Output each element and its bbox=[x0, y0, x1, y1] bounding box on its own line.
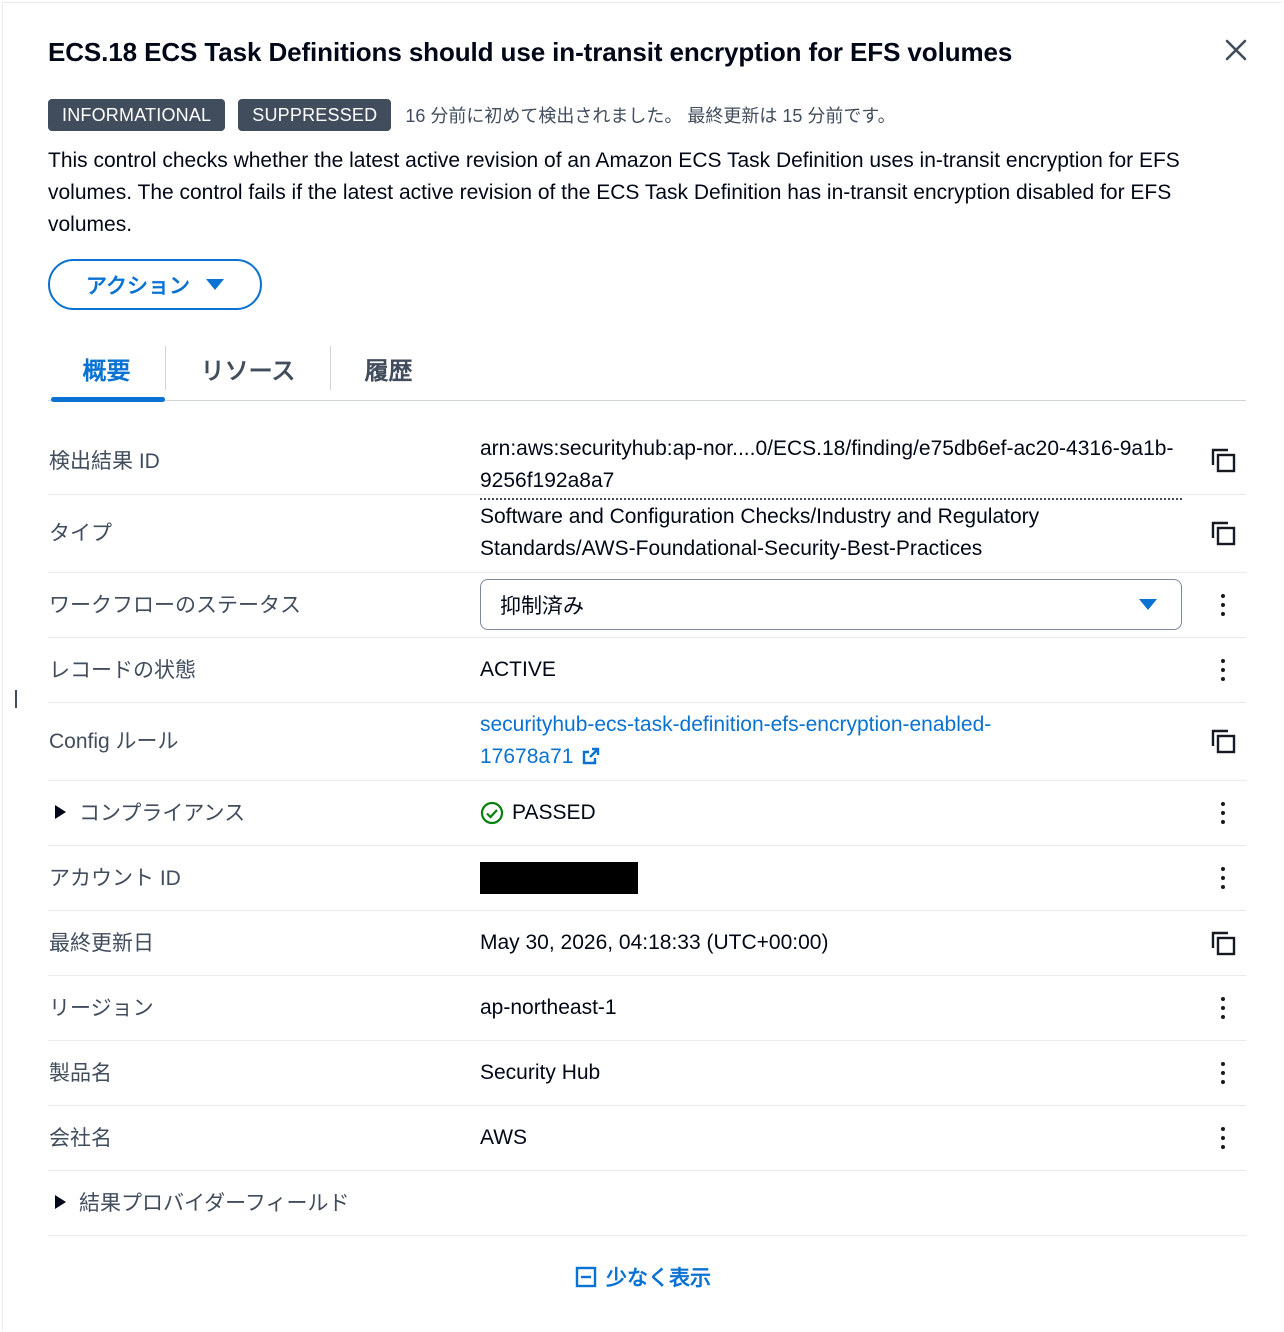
finding-id-label: 検出結果 ID bbox=[49, 450, 160, 473]
more-options-icon bbox=[1221, 594, 1225, 616]
product-name-label: 製品名 bbox=[49, 1062, 112, 1085]
detection-time-text: 16 分前に初めて検出されました。 最終更新は 15 分前です。 bbox=[405, 106, 896, 126]
row-type: タイプ Software and Configuration Checks/In… bbox=[48, 495, 1246, 573]
row-workflow-status: ワークフローのステータス 抑制済み bbox=[48, 573, 1246, 638]
record-state-more-button[interactable] bbox=[1208, 655, 1238, 685]
workflow-badge: SUPPRESSED bbox=[238, 99, 392, 131]
copy-config-rule-button[interactable] bbox=[1208, 726, 1238, 756]
external-link-icon bbox=[583, 747, 600, 765]
compliance-label: コンプライアンス bbox=[79, 802, 246, 825]
panel-header: ECS.18 ECS Task Definitions should use i… bbox=[48, 34, 1148, 70]
show-less-label: 少なく表示 bbox=[606, 1267, 711, 1290]
caret-down-icon bbox=[205, 279, 224, 290]
row-account-id: アカウント ID bbox=[48, 846, 1246, 911]
caret-down-icon bbox=[1139, 599, 1157, 610]
region-value: ap-northeast-1 bbox=[480, 996, 617, 1019]
close-button[interactable] bbox=[1220, 34, 1252, 66]
check-circle-icon bbox=[480, 801, 504, 825]
copy-finding-id-button[interactable] bbox=[1208, 445, 1238, 475]
copy-last-updated-button[interactable] bbox=[1208, 928, 1238, 958]
compliance-more-button[interactable] bbox=[1208, 798, 1238, 828]
actions-dropdown-button[interactable]: アクション bbox=[48, 259, 262, 310]
company-name-label: 会社名 bbox=[49, 1127, 112, 1150]
product-name-value: Security Hub bbox=[480, 1061, 601, 1084]
workflow-status-select[interactable]: 抑制済み bbox=[480, 579, 1182, 630]
provider-fields-label: 結果プロバイダーフィールド bbox=[79, 1192, 350, 1215]
tab-resources[interactable]: リソース bbox=[165, 346, 330, 390]
region-more-button[interactable] bbox=[1208, 993, 1238, 1023]
copy-icon bbox=[1211, 448, 1236, 473]
finding-description: This control checks whether the latest a… bbox=[48, 149, 1180, 236]
copy-icon bbox=[1211, 729, 1236, 754]
caret-right-icon bbox=[55, 1195, 66, 1209]
company-name-value: AWS bbox=[480, 1126, 528, 1149]
caret-right-icon bbox=[55, 805, 66, 819]
actions-label: アクション bbox=[86, 274, 190, 298]
row-record-state: レコードの状態 ACTIVE bbox=[48, 638, 1246, 703]
more-options-icon bbox=[1221, 997, 1225, 1019]
provider-fields-expander[interactable]: 結果プロバイダーフィールド bbox=[49, 1187, 349, 1217]
resize-handle[interactable] bbox=[15, 690, 17, 708]
row-company-name: 会社名 AWS bbox=[48, 1106, 1246, 1171]
copy-type-button[interactable] bbox=[1208, 518, 1238, 548]
config-rule-label: Config ルール bbox=[49, 730, 179, 753]
more-options-icon bbox=[1221, 659, 1225, 681]
finding-title: ECS.18 ECS Task Definitions should use i… bbox=[48, 37, 1013, 67]
row-last-updated: 最終更新日 May 30, 2026, 04:18:33 (UTC+00:00) bbox=[48, 911, 1246, 976]
account-id-more-button[interactable] bbox=[1208, 863, 1238, 893]
account-id-label: アカウント ID bbox=[49, 867, 181, 890]
config-rule-link[interactable]: securityhub-ecs-task-definition-efs-encr… bbox=[480, 713, 991, 768]
copy-icon bbox=[1211, 931, 1236, 956]
region-label: リージョン bbox=[49, 997, 154, 1020]
tab-bar: 概要 リソース 履歴 bbox=[48, 336, 1246, 402]
compliance-status: PASSED bbox=[480, 797, 596, 829]
workflow-status-label: ワークフローのステータス bbox=[49, 594, 301, 617]
compliance-value: PASSED bbox=[512, 801, 596, 824]
last-updated-value: May 30, 2026, 04:18:33 (UTC+00:00) bbox=[480, 931, 829, 954]
more-options-icon bbox=[1221, 1062, 1225, 1084]
compliance-expander[interactable]: コンプライアンス bbox=[49, 797, 245, 827]
more-options-icon bbox=[1221, 867, 1225, 889]
type-label: タイプ bbox=[49, 522, 112, 545]
close-icon bbox=[1225, 39, 1247, 61]
show-less-button[interactable]: 少なく表示 bbox=[575, 1262, 711, 1292]
type-value: Software and Configuration Checks/Indust… bbox=[480, 505, 1040, 560]
tab-history[interactable]: 履歴 bbox=[330, 346, 446, 390]
finding-id-value[interactable]: arn:aws:securityhub:ap-nor....0/ECS.18/f… bbox=[480, 433, 1182, 500]
config-rule-link-wrap: securityhub-ecs-task-definition-efs-encr… bbox=[480, 709, 1080, 773]
row-config-rule: Config ルール securityhub-ecs-task-definiti… bbox=[48, 703, 1246, 781]
row-compliance: コンプライアンス PASSED bbox=[48, 781, 1246, 846]
status-badges: INFORMATIONAL SUPPRESSED 16 分前に初めて検出されまし… bbox=[48, 99, 896, 131]
tab-overview[interactable]: 概要 bbox=[48, 336, 165, 402]
account-id-redacted bbox=[480, 862, 638, 894]
more-options-icon bbox=[1221, 802, 1225, 824]
severity-badge: INFORMATIONAL bbox=[48, 99, 226, 131]
record-state-value: ACTIVE bbox=[480, 658, 556, 681]
collapse-icon bbox=[575, 1266, 597, 1288]
workflow-status-value: 抑制済み bbox=[500, 594, 584, 618]
row-product-name: 製品名 Security Hub bbox=[48, 1041, 1246, 1106]
record-state-label: レコードの状態 bbox=[49, 659, 196, 682]
row-finding-id: 検出結果 ID arn:aws:securityhub:ap-nor....0/… bbox=[48, 423, 1246, 500]
row-provider-fields: 結果プロバイダーフィールド bbox=[48, 1171, 1246, 1236]
product-name-more-button[interactable] bbox=[1208, 1058, 1238, 1088]
more-options-icon bbox=[1221, 1127, 1225, 1149]
company-name-more-button[interactable] bbox=[1208, 1123, 1238, 1153]
workflow-more-button[interactable] bbox=[1208, 590, 1238, 620]
last-updated-label: 最終更新日 bbox=[49, 932, 154, 955]
row-region: リージョン ap-northeast-1 bbox=[48, 976, 1246, 1041]
copy-icon bbox=[1211, 521, 1236, 546]
